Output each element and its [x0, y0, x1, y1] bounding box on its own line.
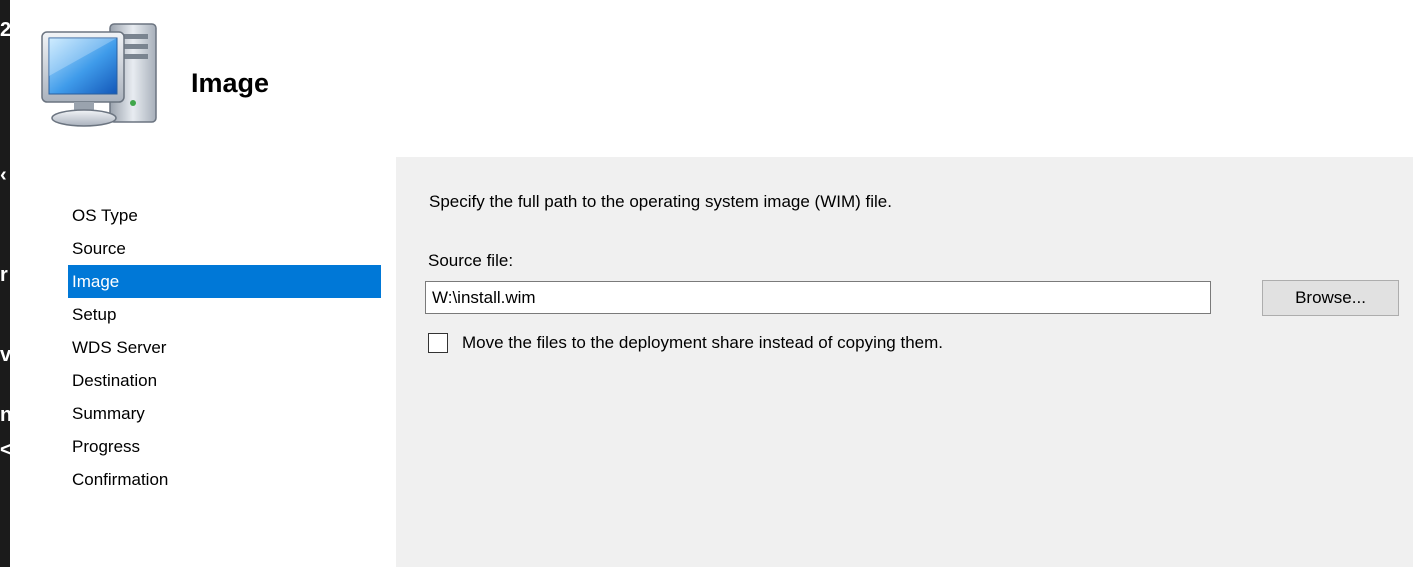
edge-glyph: 2	[0, 20, 10, 40]
wizard-content: Specify the full path to the operating s…	[396, 157, 1413, 567]
step-progress[interactable]: Progress	[68, 430, 381, 463]
page-title: Image	[191, 68, 270, 98]
wizard-steps-pane: OS Type Source Image Setup WDS Server De…	[10, 157, 396, 567]
move-files-label: Move the files to the deployment share i…	[462, 333, 943, 352]
source-file-input[interactable]	[425, 281, 1211, 314]
window-edge: 2 ‹ r v n <	[0, 0, 10, 567]
instruction-text: Specify the full path to the operating s…	[429, 192, 892, 211]
edge-glyph: v	[0, 345, 10, 365]
step-image[interactable]: Image	[68, 265, 381, 298]
wizard-header: Image	[10, 0, 1413, 157]
browse-button[interactable]: Browse...	[1262, 280, 1399, 316]
move-files-checkbox[interactable]	[428, 333, 448, 353]
edge-glyph: <	[0, 440, 10, 460]
step-destination[interactable]: Destination	[68, 364, 381, 397]
step-setup[interactable]: Setup	[68, 298, 381, 331]
step-source[interactable]: Source	[68, 232, 381, 265]
step-summary[interactable]: Summary	[68, 397, 381, 430]
wizard-steps-list: OS Type Source Image Setup WDS Server De…	[68, 199, 381, 496]
edge-glyph: n	[0, 405, 10, 425]
step-confirmation[interactable]: Confirmation	[68, 463, 381, 496]
computer-icon	[38, 18, 168, 136]
move-files-option[interactable]: Move the files to the deployment share i…	[428, 333, 943, 353]
step-os-type[interactable]: OS Type	[68, 199, 381, 232]
source-file-label: Source file:	[428, 251, 514, 270]
edge-glyph: r	[0, 265, 8, 285]
edge-glyph: ‹	[0, 165, 7, 185]
step-wds-server[interactable]: WDS Server	[68, 331, 381, 364]
